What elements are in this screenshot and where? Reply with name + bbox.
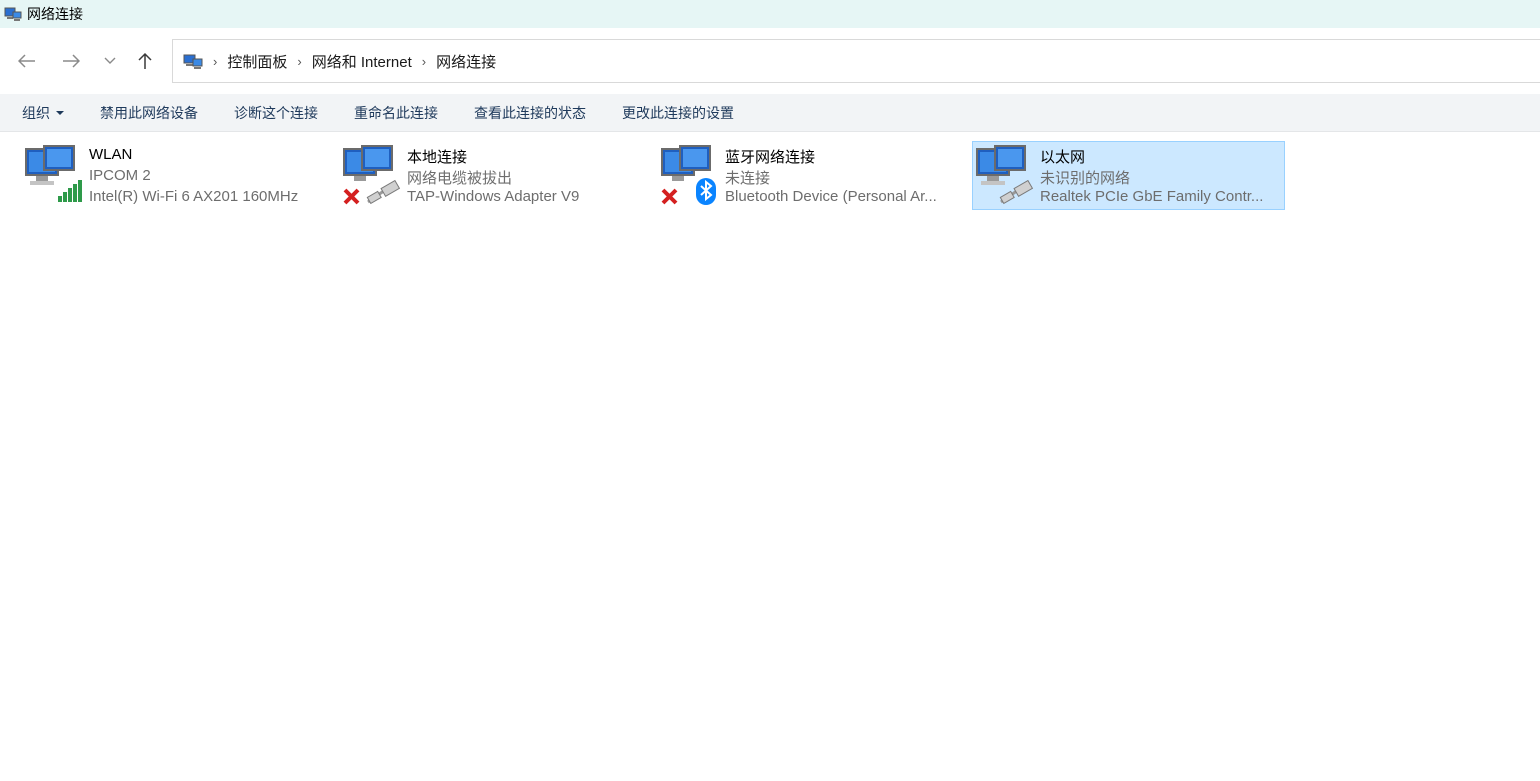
- chevron-right-icon[interactable]: ›: [422, 54, 426, 69]
- command-bar: 组织 禁用此网络设备 诊断这个连接 重命名此连接 查看此连接的状态 更改此连接的…: [0, 94, 1540, 132]
- content-area[interactable]: [0, 215, 1540, 781]
- view-status-button[interactable]: 查看此连接的状态: [474, 103, 586, 123]
- connection-status: 网络电缆被拔出: [407, 170, 513, 187]
- connection-name: 本地连接: [407, 149, 468, 166]
- chevron-right-icon[interactable]: ›: [297, 54, 301, 69]
- dropdown-caret-icon: [56, 110, 64, 115]
- diagnose-connection-button[interactable]: 诊断这个连接: [234, 103, 318, 123]
- breadcrumb-network-connections[interactable]: 网络连接: [436, 51, 496, 72]
- ethernet-cable-icon: [999, 179, 1034, 205]
- organize-menu-button[interactable]: 组织: [22, 103, 64, 123]
- ethernet-cable-icon: [366, 179, 401, 205]
- network-computers-icon: [661, 145, 716, 205]
- connection-name: WLAN: [89, 146, 133, 163]
- wifi-signal-icon: [58, 180, 82, 202]
- arrow-up-icon: [138, 52, 152, 69]
- disable-device-button[interactable]: 禁用此网络设备: [100, 103, 198, 123]
- network-folder-icon: [4, 7, 22, 21]
- connection-status: IPCOM 2: [89, 167, 151, 184]
- chevron-right-icon[interactable]: ›: [213, 54, 217, 69]
- recent-locations-button[interactable]: [96, 50, 124, 72]
- change-settings-button[interactable]: 更改此连接的设置: [622, 103, 734, 123]
- chevron-down-icon: [104, 57, 116, 64]
- connection-device: Bluetooth Device (Personal Ar...: [725, 188, 937, 205]
- breadcrumb-control-panel[interactable]: 控制面板: [227, 51, 287, 72]
- network-computers-icon: [343, 145, 401, 205]
- network-folder-icon: [183, 54, 203, 69]
- breadcrumb-network-internet[interactable]: 网络和 Internet: [312, 51, 412, 72]
- up-button[interactable]: [131, 50, 159, 72]
- arrow-right-icon: [63, 54, 80, 68]
- bluetooth-icon: [696, 178, 716, 205]
- forward-button[interactable]: [57, 50, 85, 72]
- disabled-x-icon: [343, 188, 360, 205]
- connection-item-ethernet[interactable]: 以太网 未识别的网络 Realtek PCIe GbE Family Contr…: [972, 141, 1285, 210]
- connection-name: 蓝牙网络连接: [725, 149, 816, 166]
- connection-status: 未识别的网络: [1040, 170, 1131, 187]
- organize-label: 组织: [22, 104, 50, 121]
- title-bar: 网络连接: [0, 0, 1540, 28]
- connection-device: TAP-Windows Adapter V9: [407, 188, 580, 205]
- back-button[interactable]: [13, 50, 41, 72]
- network-computers-icon: [25, 145, 82, 202]
- connection-item-local[interactable]: 本地连接 网络电缆被拔出 TAP-Windows Adapter V9: [339, 141, 652, 210]
- connection-item-wlan[interactable]: WLAN IPCOM 2 Intel(R) Wi-Fi 6 AX201 160M…: [21, 141, 334, 210]
- connection-device: Intel(R) Wi-Fi 6 AX201 160MHz: [89, 188, 299, 205]
- connection-status: 未连接: [725, 170, 771, 187]
- arrow-left-icon: [18, 54, 35, 68]
- rename-connection-button[interactable]: 重命名此连接: [354, 103, 438, 123]
- window-title: 网络连接: [27, 6, 83, 22]
- address-bar[interactable]: › 控制面板 › 网络和 Internet › 网络连接: [172, 39, 1540, 83]
- disabled-x-icon: [661, 188, 678, 205]
- connection-device: Realtek PCIe GbE Family Contr...: [1040, 188, 1264, 205]
- connection-item-bluetooth[interactable]: 蓝牙网络连接 未连接 Bluetooth Device (Personal Ar…: [657, 141, 970, 210]
- connection-name: 以太网: [1040, 149, 1086, 166]
- network-computers-icon: [976, 145, 1034, 205]
